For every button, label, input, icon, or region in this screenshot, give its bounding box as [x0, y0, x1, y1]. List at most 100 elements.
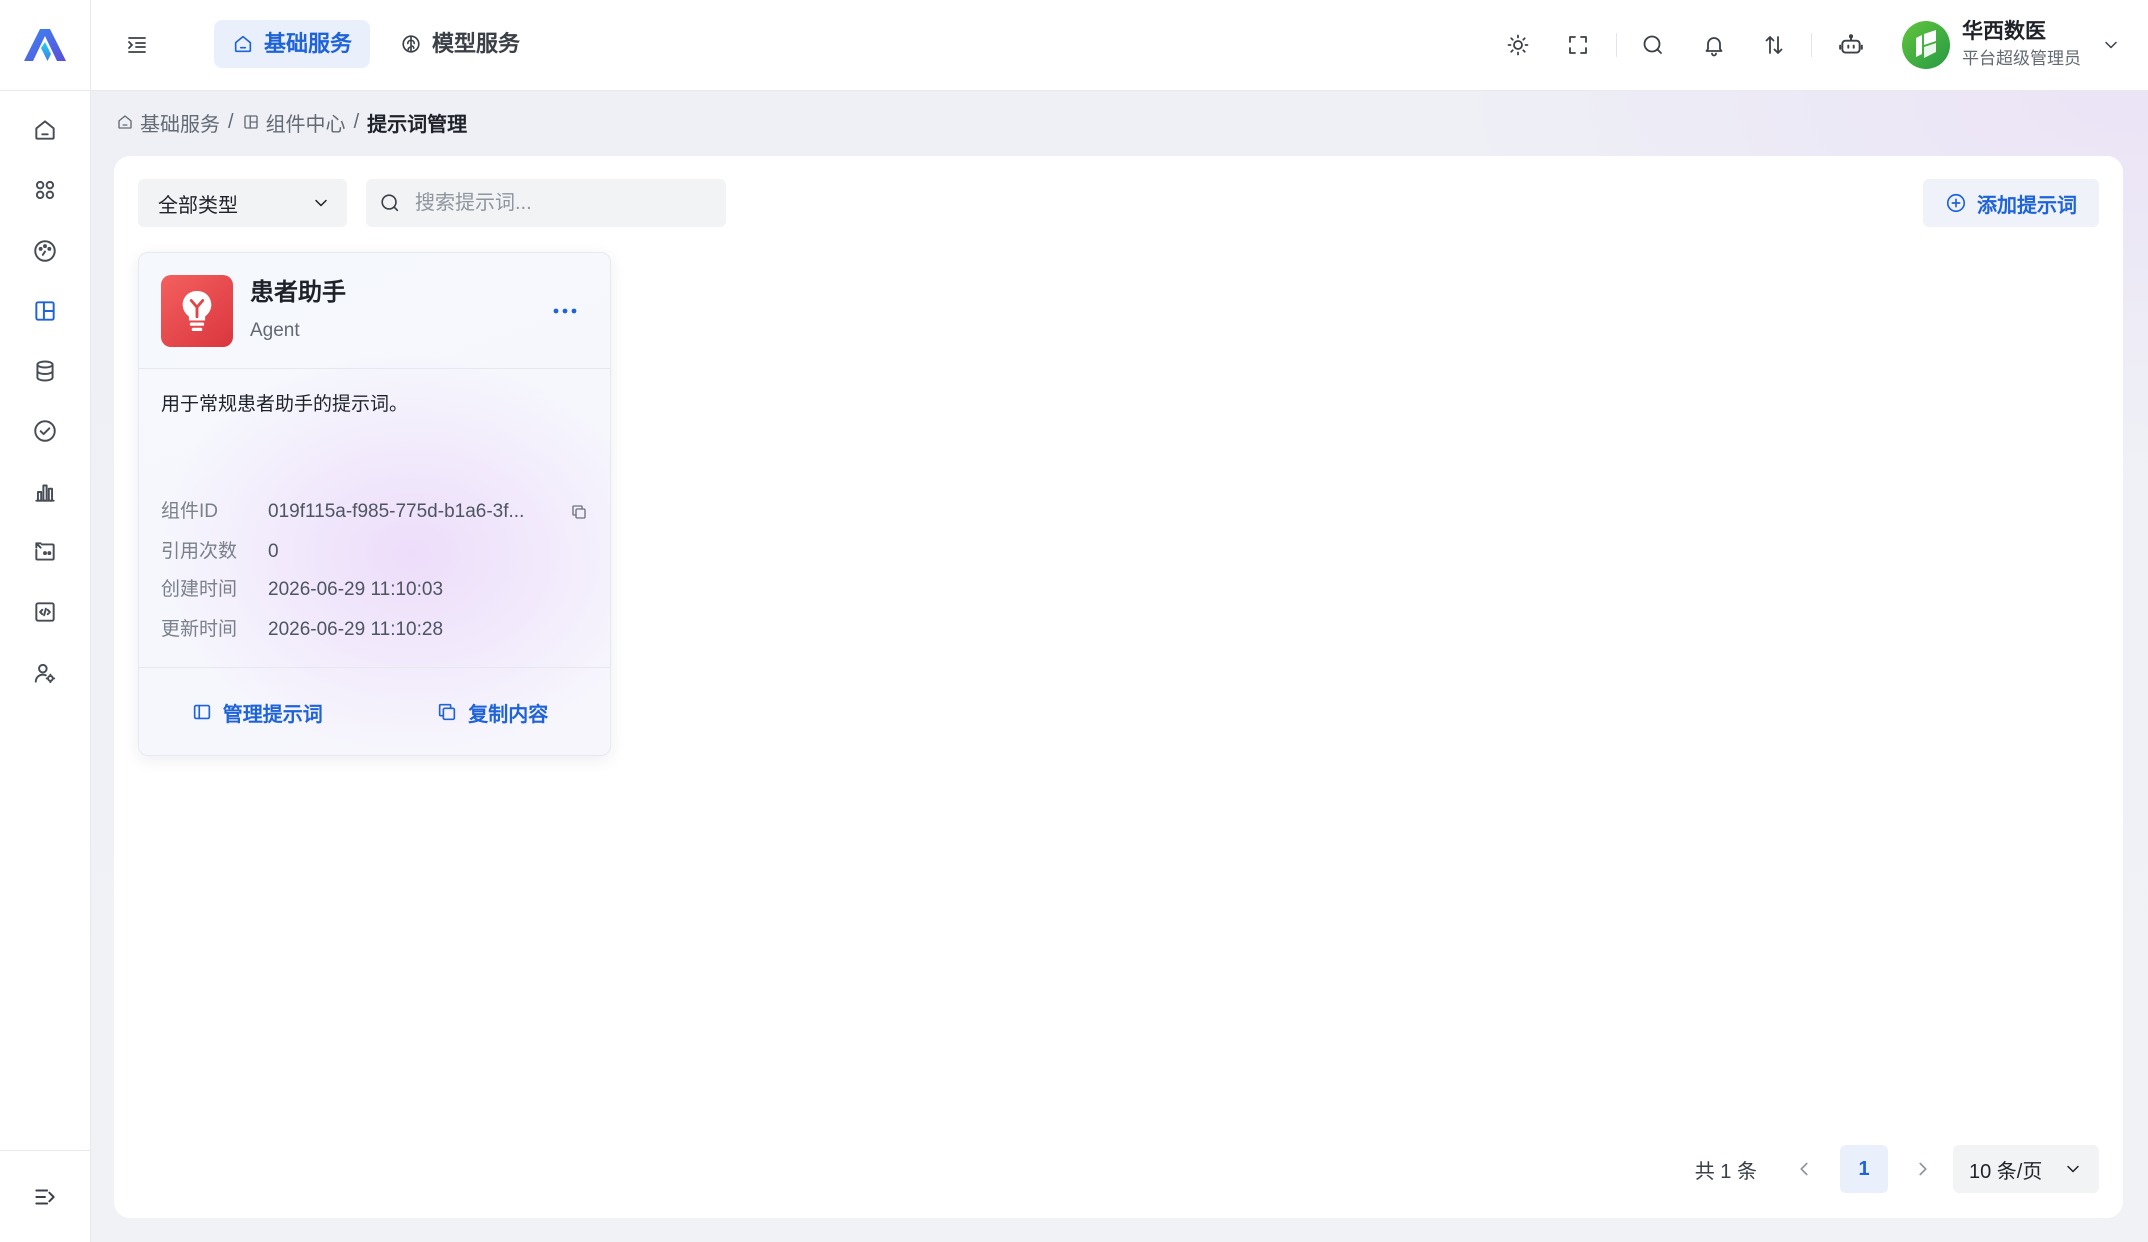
header-divider: [1616, 33, 1617, 57]
breadcrumb-separator: /: [353, 110, 360, 133]
page-number-button[interactable]: 1: [1840, 1145, 1888, 1193]
dashboard-icon: [34, 239, 56, 262]
sidebar-item-dashboard[interactable]: [23, 229, 67, 273]
card-type: Agent: [250, 320, 300, 341]
layout-icon: [243, 115, 258, 129]
sidebar-item-statistics[interactable]: [23, 470, 67, 514]
avatar[interactable]: [1902, 21, 1950, 69]
avatar-logo-icon: [1902, 21, 1950, 69]
chevron-down-icon: [315, 199, 327, 207]
breadcrumb-item[interactable]: 基础服务: [116, 108, 220, 137]
sort-button[interactable]: [1757, 28, 1791, 62]
chevron-right-icon: [1919, 1162, 1927, 1176]
app-logo-icon: [24, 29, 66, 61]
user-settings-icon: [34, 663, 56, 683]
search-icon: [381, 194, 399, 212]
card-divider: [139, 368, 610, 369]
theme-toggle-button[interactable]: [1501, 28, 1535, 62]
card-avatar: [161, 275, 233, 347]
add-prompt-label: 添加提示词: [1977, 194, 2077, 217]
search-input[interactable]: [415, 191, 713, 215]
sidebar-item-code[interactable]: [23, 590, 67, 634]
menu-toggle-button[interactable]: [120, 28, 154, 62]
fullscreen-button[interactable]: [1561, 28, 1595, 62]
tab-model-services[interactable]: 模型服务: [382, 20, 538, 68]
search-icon: [1643, 35, 1662, 54]
card-description: 用于常规患者助手的提示词。: [161, 394, 409, 415]
search-box: [366, 179, 726, 227]
card-title[interactable]: 患者助手: [250, 277, 346, 309]
sidebar-item-apps[interactable]: [23, 168, 67, 212]
card-more-button[interactable]: [545, 297, 585, 325]
chevron-down-icon: [2067, 1165, 2079, 1173]
apps-icon: [35, 181, 55, 200]
user-menu-button[interactable]: [2099, 33, 2123, 57]
tab-basic-services[interactable]: 基础服务: [214, 20, 371, 68]
sidebar-menu: [23, 108, 67, 695]
tab-label: 模型服务: [432, 31, 521, 56]
tab-label: 基础服务: [264, 31, 353, 56]
sidebar-item-components[interactable]: [23, 289, 67, 333]
sidebar-item-database[interactable]: [23, 349, 67, 393]
breadcrumb-separator: /: [228, 110, 234, 133]
more-icon: [553, 308, 577, 314]
type-filter-select[interactable]: 全部类型: [138, 179, 347, 227]
lightbulb-icon: [182, 290, 212, 332]
copy-icon: [439, 703, 456, 721]
check-circle-icon: [34, 420, 56, 443]
breadcrumb-label: 组件中心: [265, 113, 346, 136]
sidebar-collapse-button[interactable]: [23, 1175, 67, 1219]
add-prompt-button[interactable]: 添加提示词: [1923, 179, 2099, 227]
logo-cell[interactable]: [0, 0, 91, 90]
bell-icon: [1705, 37, 1723, 57]
breadcrumb-item[interactable]: 组件中心: [242, 108, 346, 137]
created-time-value: 2026-06-29 11:10:03: [268, 579, 444, 600]
robot-icon: [1839, 34, 1863, 54]
sidebar-item-review[interactable]: [23, 409, 67, 453]
card-divider: [139, 667, 610, 668]
field-label: 引用次数: [161, 541, 238, 562]
top-header: 基础服务 模型服务 华西数医 平台超级管理员: [0, 0, 2148, 91]
updated-time-value: 2026-06-29 11:10:28: [268, 619, 444, 640]
sidebar-item-plugins[interactable]: [23, 530, 67, 574]
sun-icon: [1507, 34, 1529, 56]
pagination: 共 1 条 1 10 条/页: [1695, 1145, 2099, 1193]
user-name[interactable]: 华西数医: [1962, 18, 2046, 46]
sidebar: [0, 91, 91, 1242]
sidebar-item-user-settings[interactable]: [23, 651, 67, 695]
copy-icon: [572, 505, 586, 519]
plugin-icon: [35, 542, 55, 561]
breadcrumb: 基础服务 / 组件中心 / 提示词管理: [116, 108, 467, 136]
type-filter-value: 全部类型: [158, 194, 238, 217]
layout-icon: [35, 301, 55, 321]
database-icon: [36, 360, 54, 382]
pagination-total: 共 1 条: [1694, 1160, 1757, 1183]
assistant-button[interactable]: [1834, 28, 1868, 62]
next-page-button[interactable]: [1903, 1145, 1943, 1193]
breadcrumb-label: 基础服务: [140, 113, 220, 136]
page-size-select[interactable]: 10 条/页: [1953, 1145, 2099, 1193]
sidebar-divider: [0, 1150, 90, 1151]
page-size-value: 10 条/页: [1969, 1160, 2043, 1183]
field-label: 更新时间: [161, 619, 238, 640]
code-icon: [35, 602, 55, 623]
copy-content-button[interactable]: 复制内容: [375, 688, 611, 736]
notifications-button[interactable]: [1697, 28, 1731, 62]
home-icon: [118, 115, 132, 129]
manage-prompt-label: 管理提示词: [222, 703, 323, 726]
sidebar-item-home[interactable]: [23, 108, 67, 152]
reference-count-value: 0: [268, 541, 279, 562]
prev-page-button[interactable]: [1784, 1145, 1824, 1193]
copy-content-label: 复制内容: [468, 703, 549, 726]
copy-id-button[interactable]: [569, 502, 589, 522]
chevron-left-icon: [1800, 1162, 1808, 1176]
breadcrumb-current: 提示词管理: [367, 113, 468, 136]
card-actions: 管理提示词 复制内容: [139, 688, 610, 736]
component-id-value: 019f115a-f985-775d-b1a6-3f...: [268, 501, 525, 522]
prompt-card: 患者助手 Agent 用于常规患者助手的提示词。 组件ID 019f115a-f…: [138, 252, 611, 756]
manage-prompt-button[interactable]: 管理提示词: [139, 688, 375, 736]
plus-circle-icon: [1946, 193, 1966, 213]
search-button[interactable]: [1636, 28, 1670, 62]
home-icon: [35, 120, 55, 140]
field-label: 组件ID: [161, 501, 219, 522]
